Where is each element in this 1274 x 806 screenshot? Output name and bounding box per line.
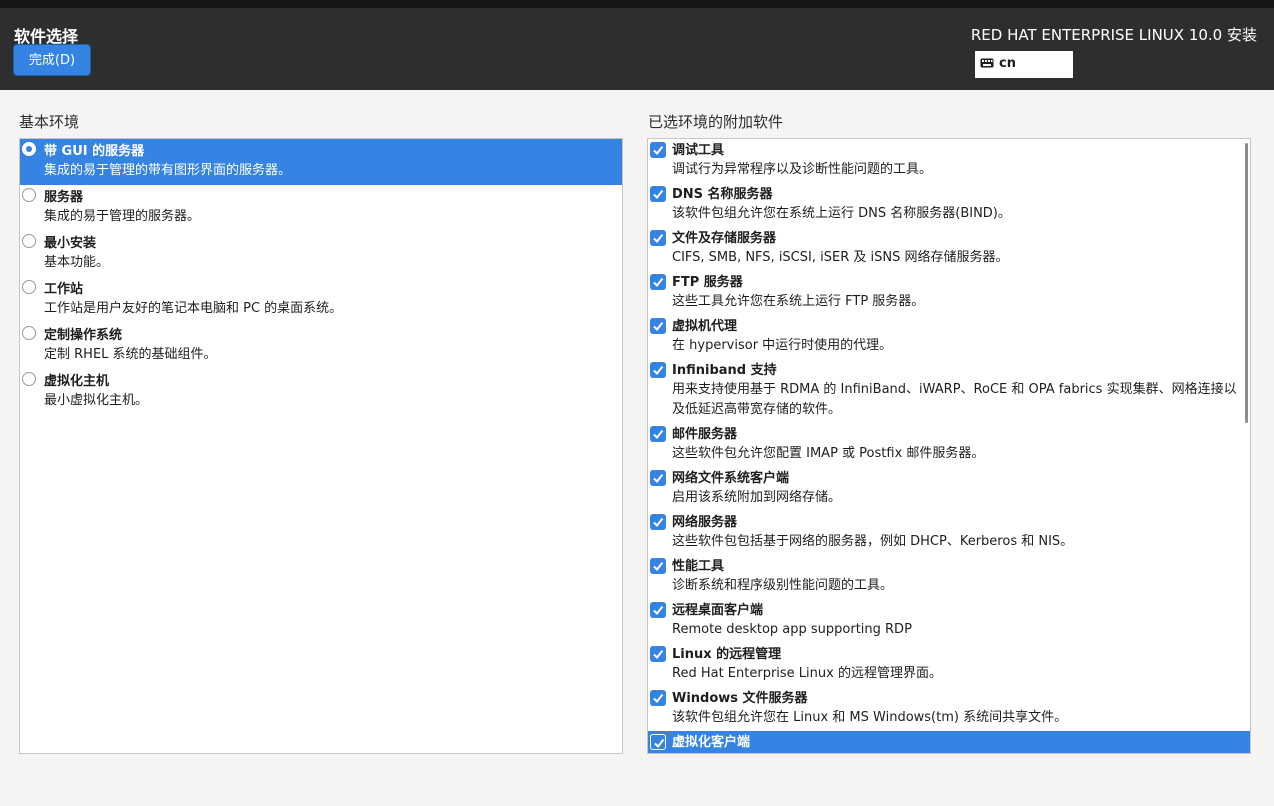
addon-desc: 该软件包组允许您在 Linux 和 MS Windows(tm) 系统间共享文件… (672, 710, 1068, 725)
addon-name: 网络服务器 (672, 515, 738, 530)
addon-item[interactable]: FTP 服务器 这些工具允许您在系统上运行 FTP 服务器。 (648, 271, 1250, 315)
addons-list: 调试工具 调试行为异常程序以及诊断性能问题的工具。 DNS 名称服务器 该软件包… (647, 138, 1251, 754)
checkbox-checked[interactable] (650, 318, 666, 334)
checkbox-checked[interactable] (650, 602, 666, 618)
radio-button[interactable] (22, 234, 36, 248)
keyboard-layout-indicator[interactable]: cn (975, 51, 1073, 78)
done-button[interactable]: 完成(D) (13, 44, 91, 76)
header-bar: 软件选择 完成(D) RED HAT ENTERPRISE LINUX 10.0… (0, 8, 1274, 90)
addon-name: 远程桌面客户端 (672, 603, 764, 618)
radio-button[interactable] (22, 326, 36, 340)
addon-desc: Remote desktop app supporting RDP (672, 622, 912, 637)
addon-item[interactable]: 网络服务器 这些软件包包括基于网络的服务器，例如 DHCP、Kerberos 和… (648, 511, 1250, 555)
env-item-custom-os[interactable]: 定制操作系统 定制 RHEL 系统的基础组件。 (20, 323, 622, 369)
checkbox-checked[interactable] (650, 186, 666, 202)
env-name: 虚拟化主机 (44, 374, 110, 389)
env-item-virtualization-host[interactable]: 虚拟化主机 最小虚拟化主机。 (20, 369, 622, 415)
addon-desc: 该软件包组允许您在系统上运行 DNS 名称服务器(BIND)。 (672, 206, 1011, 221)
checkbox-checked[interactable] (650, 274, 666, 290)
addon-item[interactable]: 文件及存储服务器 CIFS, SMB, NFS, iSCSI, iSER 及 i… (648, 227, 1250, 271)
addon-item[interactable]: DNS 名称服务器 该软件包组允许您在系统上运行 DNS 名称服务器(BIND)… (648, 183, 1250, 227)
checkbox-checked[interactable] (650, 362, 666, 378)
env-name: 最小安装 (44, 236, 97, 251)
addon-name: 性能工具 (672, 559, 725, 574)
addon-name: 调试工具 (672, 143, 725, 158)
checkbox-checked[interactable] (650, 470, 666, 486)
addon-item[interactable]: 网络文件系统客户端 启用该系统附加到网络存储。 (648, 467, 1250, 511)
addon-name: 虚拟化客户端 (672, 735, 751, 750)
env-desc: 集成的易于管理的服务器。 (44, 209, 201, 224)
radio-button[interactable] (22, 280, 36, 294)
top-strip (0, 0, 1274, 8)
addon-name: Infiniband 支持 (672, 363, 777, 378)
addon-item[interactable]: Infiniband 支持 用来支持使用基于 RDMA 的 InfiniBand… (648, 359, 1250, 423)
addon-desc: CIFS, SMB, NFS, iSCSI, iSER 及 iSNS 网络存储服… (672, 250, 1009, 265)
radio-button-selected[interactable] (22, 142, 36, 156)
addon-name: 网络文件系统客户端 (672, 471, 790, 486)
env-desc: 工作站是用户友好的笔记本电脑和 PC 的桌面系统。 (44, 301, 343, 316)
addon-desc: 这些工具允许您在系统上运行 FTP 服务器。 (672, 294, 925, 309)
checkbox-checked[interactable] (650, 426, 666, 442)
checkbox-checked[interactable] (650, 558, 666, 574)
keyboard-layout-label: cn (999, 56, 1016, 71)
env-item-server-gui[interactable]: 带 GUI 的服务器 集成的易于管理的带有图形界面的服务器。 (20, 139, 622, 185)
addon-desc: 诊断系统和程序级别性能问题的工具。 (672, 578, 894, 593)
base-environment-list: 带 GUI 的服务器 集成的易于管理的带有图形界面的服务器。 服务器 集成的易于… (19, 138, 623, 754)
env-item-minimal[interactable]: 最小安装 基本功能。 (20, 231, 622, 277)
addon-name: DNS 名称服务器 (672, 187, 773, 202)
env-name: 服务器 (44, 190, 84, 205)
addon-name: 邮件服务器 (672, 427, 738, 442)
env-name: 定制操作系统 (44, 328, 123, 343)
addon-item[interactable]: 调试工具 调试行为异常程序以及诊断性能问题的工具。 (648, 139, 1250, 183)
checkbox-checked[interactable] (650, 646, 666, 662)
env-name: 工作站 (44, 282, 84, 297)
addon-name: Windows 文件服务器 (672, 691, 808, 706)
addon-item[interactable]: Linux 的远程管理 Red Hat Enterprise Linux 的远程… (648, 643, 1250, 687)
addon-desc: 在 hypervisor 中运行时使用的代理。 (672, 338, 893, 353)
checkbox-checked[interactable] (650, 514, 666, 530)
env-desc: 最小虚拟化主机。 (44, 393, 149, 408)
checkbox-checked[interactable] (650, 230, 666, 246)
keyboard-icon (980, 57, 994, 68)
addons-heading: 已选环境的附加软件 (648, 113, 784, 131)
addon-desc: 用来支持使用基于 RDMA 的 InfiniBand、iWARP、RoCE 和 … (672, 382, 1237, 417)
product-title: RED HAT ENTERPRISE LINUX 10.0 安装 (970, 26, 1257, 44)
addon-name: FTP 服务器 (672, 275, 743, 290)
addon-item[interactable]: 虚拟机代理 在 hypervisor 中运行时使用的代理。 (648, 315, 1250, 359)
addon-desc: Red Hat Enterprise Linux 的远程管理界面。 (672, 666, 942, 681)
addon-item[interactable]: Windows 文件服务器 该软件包组允许您在 Linux 和 MS Windo… (648, 687, 1250, 731)
addon-desc: 这些软件包允许您配置 IMAP 或 Postfix 邮件服务器。 (672, 446, 985, 461)
env-desc: 基本功能。 (44, 255, 110, 270)
env-desc: 集成的易于管理的带有图形界面的服务器。 (44, 163, 292, 178)
env-desc: 定制 RHEL 系统的基础组件。 (44, 347, 217, 362)
checkbox-checked[interactable] (650, 690, 666, 706)
addon-item[interactable]: 性能工具 诊断系统和程序级别性能问题的工具。 (648, 555, 1250, 599)
env-name: 带 GUI 的服务器 (44, 144, 145, 159)
addon-desc: 这些软件包包括基于网络的服务器，例如 DHCP、Kerberos 和 NIS。 (672, 534, 1074, 549)
env-item-server[interactable]: 服务器 集成的易于管理的服务器。 (20, 185, 622, 231)
base-environment-heading: 基本环境 (19, 113, 80, 131)
radio-button[interactable] (22, 188, 36, 202)
checkbox-checked[interactable] (650, 142, 666, 158)
radio-button[interactable] (22, 372, 36, 386)
addon-desc: 调试行为异常程序以及诊断性能问题的工具。 (672, 162, 933, 177)
addon-item-selected[interactable]: 虚拟化客户端 (648, 731, 1250, 753)
addon-name: Linux 的远程管理 (672, 647, 782, 662)
addon-name: 文件及存储服务器 (672, 231, 777, 246)
addon-desc: 启用该系统附加到网络存储。 (672, 490, 842, 505)
addon-item[interactable]: 邮件服务器 这些软件包允许您配置 IMAP 或 Postfix 邮件服务器。 (648, 423, 1250, 467)
addon-item[interactable]: 远程桌面客户端 Remote desktop app supporting RD… (648, 599, 1250, 643)
addon-name: 虚拟机代理 (672, 319, 738, 334)
env-item-workstation[interactable]: 工作站 工作站是用户友好的笔记本电脑和 PC 的桌面系统。 (20, 277, 622, 323)
checkbox-checked[interactable] (650, 734, 666, 750)
